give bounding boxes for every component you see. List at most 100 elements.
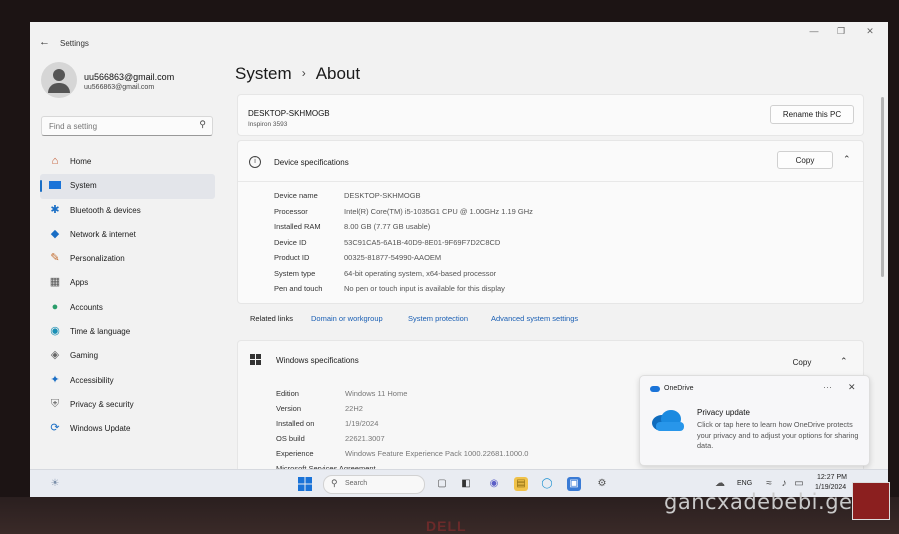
link-domain-workgroup[interactable]: Domain or workgroup [311, 314, 383, 323]
search-icon: ⚲ [331, 478, 338, 488]
related-links-label: Related links [250, 314, 293, 323]
sidebar-item-label: Bluetooth & devices [70, 205, 141, 215]
chevron-up-icon[interactable]: ⌃ [840, 356, 848, 367]
wifi-icon[interactable]: ≈ [762, 477, 776, 491]
pc-name: DESKTOP-SKHMOGB [248, 109, 330, 118]
sidebar-item-label: Home [70, 157, 92, 166]
back-arrow-icon[interactable]: ← [39, 36, 50, 48]
store-icon[interactable]: ▣ [567, 477, 581, 491]
network-icon: ◆ [50, 227, 60, 240]
wspec-key: Version [276, 404, 302, 413]
sidebar-item-system[interactable]: System [40, 174, 215, 199]
sidebar-item-accessibility[interactable]: ✦ Accessibility [40, 369, 215, 393]
pc-model: Inspiron 3593 [248, 121, 288, 128]
spec-row: Device ID 53C91CA5-6A1B-40D9-8E01-9F69F7D… [274, 237, 501, 247]
device-specs-title: Device specifications [274, 158, 349, 167]
toast-close-icon[interactable]: ✕ [848, 382, 856, 393]
sidebar-item-label: Apps [70, 278, 89, 288]
sidebar-item-label: Network & internet [70, 229, 136, 239]
wspec-key: Edition [276, 389, 299, 398]
onedrive-tray-icon[interactable]: ☁ [713, 477, 727, 491]
update-icon: ⟳ [50, 422, 60, 435]
scrollbar[interactable] [881, 97, 884, 277]
wspec-value: 22621.3007 [345, 434, 385, 443]
sidebar-item-label: Gaming [70, 351, 99, 361]
start-button[interactable] [298, 477, 312, 491]
sidebar-item-label: Personalization [70, 254, 125, 264]
sidebar-item-gaming[interactable]: ◈ Gaming [40, 344, 215, 368]
laptop-logo: DELL [426, 518, 467, 534]
sidebar-item-home[interactable]: ⌂ Home [40, 150, 215, 174]
windows-specs-title: Windows specifications [276, 356, 359, 365]
bluetooth-icon: ✱ [50, 203, 60, 216]
accounts-icon: ● [51, 300, 59, 313]
rename-pc-button[interactable]: Rename this PC [770, 105, 854, 124]
sidebar-item-apps[interactable]: ▦ Apps [40, 271, 215, 295]
link-system-protection[interactable]: System protection [408, 314, 468, 323]
maximize-button[interactable]: ❐ [834, 26, 848, 37]
close-button[interactable]: ✕ [863, 26, 877, 37]
copy-device-specs-button[interactable]: Copy [777, 151, 833, 169]
sidebar-item-label: Accessibility [70, 375, 114, 385]
sidebar-item-accounts[interactable]: ● Accounts [40, 296, 215, 320]
device-specs-card: i Device specifications Copy ⌃ Device na… [237, 140, 864, 304]
search-box[interactable]: ⚲ [41, 116, 213, 136]
breadcrumb: System › About [235, 64, 360, 84]
gamepad-icon: ◈ [50, 349, 60, 362]
file-explorer-icon[interactable]: ▤ [514, 477, 528, 491]
onedrive-toast[interactable]: OneDrive ⋯ ✕ Privacy update Click or tap… [639, 375, 870, 466]
brush-icon: ✎ [50, 252, 60, 265]
sidebar-item-network[interactable]: ◆ Network & internet [40, 223, 215, 247]
app-title: Settings [60, 39, 89, 48]
task-view-icon[interactable]: ▢ [435, 477, 449, 491]
toast-body: Click or tap here to learn how OneDrive … [697, 420, 859, 450]
toast-app-name: OneDrive [664, 385, 694, 392]
accessibility-icon: ✦ [50, 373, 60, 386]
wspec-value: 22H2 [345, 404, 363, 413]
weather-icon[interactable]: ☀ [48, 477, 62, 491]
apps-icon: ▦ [49, 276, 61, 289]
home-icon: ⌂ [51, 155, 59, 167]
sidebar-item-label: Privacy & security [70, 399, 134, 409]
title-bar: ← Settings — ❐ ✕ [30, 22, 888, 54]
user-email: uu566863@gmail.com [84, 84, 155, 91]
more-options-icon[interactable]: ⋯ [823, 382, 832, 393]
avatar[interactable] [41, 62, 77, 98]
site-watermark: gancxadebebi.ge [664, 490, 853, 514]
onedrive-cloud-icon [652, 410, 684, 431]
sidebar-item-label: System [70, 181, 97, 191]
clock-time[interactable]: 12:27 PM [817, 474, 847, 481]
language-indicator[interactable]: ENG [737, 480, 752, 487]
spec-row: Product ID 00325-81877-54990-AAOEM [274, 253, 442, 262]
sidebar-item-time-language[interactable]: ◉ Time & language [40, 320, 215, 344]
spec-row: Installed RAM 8.00 GB (7.77 GB usable) [274, 222, 431, 231]
sidebar-item-windows-update[interactable]: ⟳ Windows Update [40, 417, 215, 441]
sidebar-item-privacy[interactable]: ⛨ Privacy & security [40, 393, 215, 417]
search-input[interactable] [47, 119, 191, 134]
sidebar-item-label: Time & language [70, 327, 131, 337]
breadcrumb-section[interactable]: System [235, 64, 292, 83]
link-advanced-system-settings[interactable]: Advanced system settings [491, 314, 578, 323]
sidebar-item-personalization[interactable]: ✎ Personalization [40, 247, 215, 271]
user-name: uu566863@gmail.com [84, 72, 175, 82]
sidebar-nav: ⌂ Home System ✱ Bluetooth & devices ◆ Ne… [40, 150, 215, 442]
chat-icon[interactable]: ◉ [487, 477, 501, 491]
volume-icon[interactable]: ♪ [777, 477, 791, 491]
active-indicator [40, 180, 42, 193]
spec-row: Pen and touch No pen or touch input is av… [274, 284, 505, 293]
shield-icon: ⛨ [50, 397, 60, 410]
widgets-icon[interactable]: ◧ [459, 477, 473, 491]
taskbar-search[interactable]: ⚲ Search [323, 475, 425, 494]
minimize-button[interactable]: — [807, 26, 821, 36]
chevron-up-icon[interactable]: ⌃ [843, 154, 851, 165]
settings-gear-icon[interactable]: ⚙ [595, 477, 609, 491]
wspec-value: 1/19/2024 [345, 419, 379, 428]
copy-windows-specs-button[interactable]: Copy [776, 353, 828, 371]
edge-icon[interactable]: ◯ [540, 477, 554, 491]
info-icon: i [249, 156, 261, 168]
taskbar-search-placeholder: Search [345, 480, 368, 487]
onedrive-small-icon [650, 386, 660, 392]
sidebar-item-bluetooth[interactable]: ✱ Bluetooth & devices [40, 199, 215, 223]
battery-icon[interactable]: ▭ [792, 477, 806, 491]
windows-logo-icon [250, 354, 262, 366]
